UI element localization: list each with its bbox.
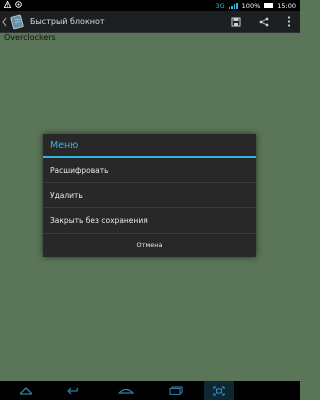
menu-item-close-without-saving[interactable]: Закрыть без сохранения <box>43 208 256 233</box>
menu-dialog: Меню Расшифровать Удалить Закрыть без со… <box>43 134 256 257</box>
menu-item-delete[interactable]: Удалить <box>43 183 256 208</box>
battery-percent: 100% <box>241 1 261 10</box>
save-icon[interactable] <box>222 11 250 32</box>
screenshot-icon[interactable] <box>204 381 234 400</box>
status-bar: 3G 100% 15:00 <box>0 0 300 11</box>
signal-icon <box>228 2 238 9</box>
status-left <box>3 0 22 10</box>
note-text[interactable]: Overclockers <box>4 33 56 42</box>
home-icon[interactable] <box>114 381 138 400</box>
network-type: 3G <box>215 1 225 10</box>
app-notepad-icon[interactable] <box>9 13 27 31</box>
overflow-menu-icon[interactable] <box>278 11 300 32</box>
recents-icon[interactable] <box>164 381 188 400</box>
app-title: Быстрый блокнот <box>30 17 105 26</box>
up-caret-icon[interactable] <box>2 17 7 27</box>
warning-icon <box>3 0 12 10</box>
status-right: 3G 100% 15:00 <box>215 2 296 10</box>
back-icon[interactable] <box>62 381 86 400</box>
action-bar: Быстрый блокнот <box>0 11 300 33</box>
navigation-bar <box>0 381 300 400</box>
dialog-title: Меню <box>43 134 256 158</box>
home-arrow-icon[interactable] <box>14 381 38 400</box>
battery-icon <box>264 3 274 8</box>
settings-circle-icon <box>15 1 22 10</box>
clock: 15:00 <box>277 1 296 10</box>
menu-item-decrypt[interactable]: Расшифровать <box>43 158 256 183</box>
cancel-button[interactable]: Отмена <box>43 233 256 255</box>
share-icon[interactable] <box>250 11 278 32</box>
